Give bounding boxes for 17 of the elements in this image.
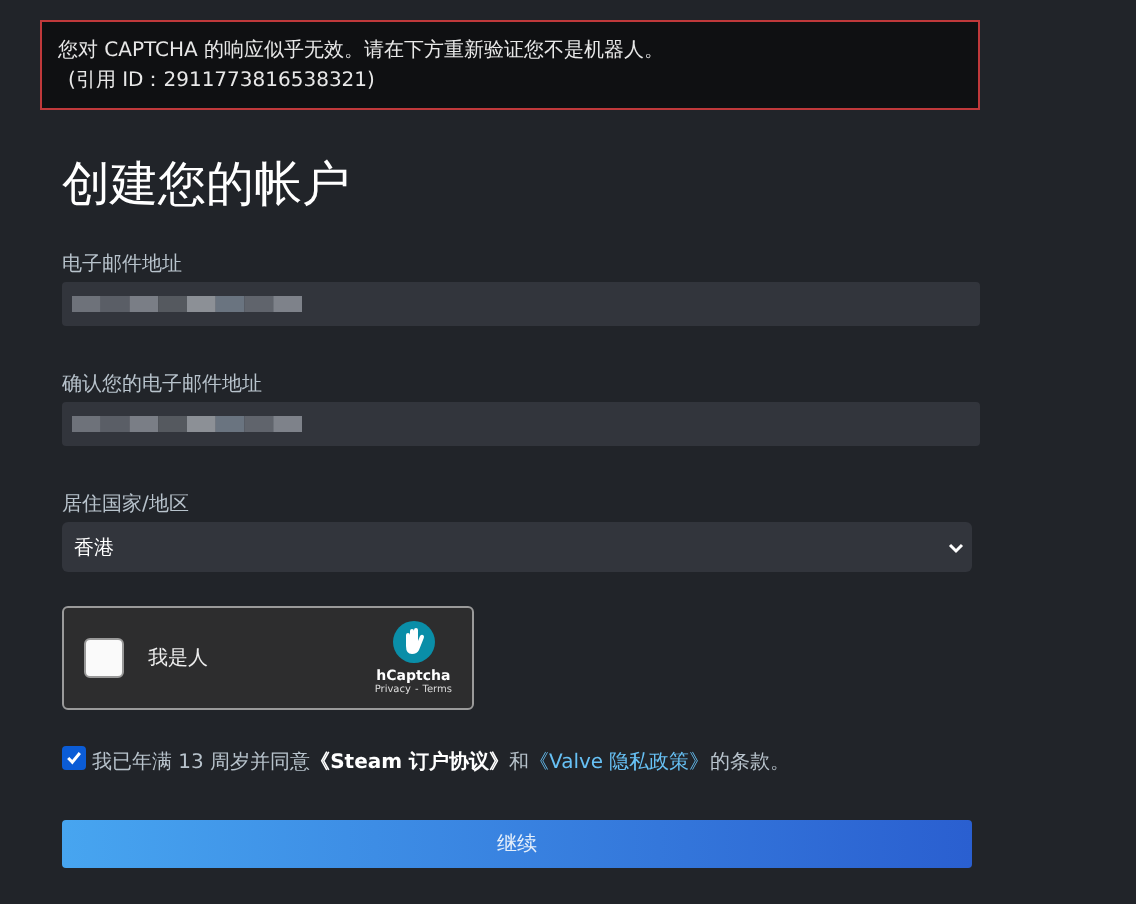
- field-label: 电子邮件地址: [62, 254, 182, 278]
- captcha-checkbox[interactable]: [84, 638, 124, 678]
- email-field[interactable]: [62, 402, 980, 446]
- agree-checkbox[interactable]: [62, 746, 86, 770]
- country-select[interactable]: 香港: [62, 522, 972, 572]
- terms-sentence: 我已年满 13 周岁并同意《Steam 订户协议》和《Valve 隐私政策》的条款。: [92, 748, 790, 778]
- reference-id: (引用 ID：2911773816538321): [66, 68, 377, 96]
- hand-logo-icon: [391, 620, 436, 664]
- email-field[interactable]: [62, 282, 980, 326]
- error-message: 您对 CAPTCHA 的响应似乎无效。请在下方重新验证您不是机器人。: [58, 37, 667, 66]
- privacy-policy-link[interactable]: 《Valve 隐私政策》: [529, 752, 710, 774]
- field-label: 居住国家/地区: [62, 494, 189, 518]
- page-title: 创建您的帐户: [62, 154, 352, 214]
- chevron-down-icon: [948, 539, 964, 555]
- field-label: 确认您的电子邮件地址: [62, 374, 262, 398]
- subscriber-agreement-link[interactable]: 《Steam 订户协议》: [310, 752, 510, 774]
- captcha-label: 我是人: [148, 645, 210, 672]
